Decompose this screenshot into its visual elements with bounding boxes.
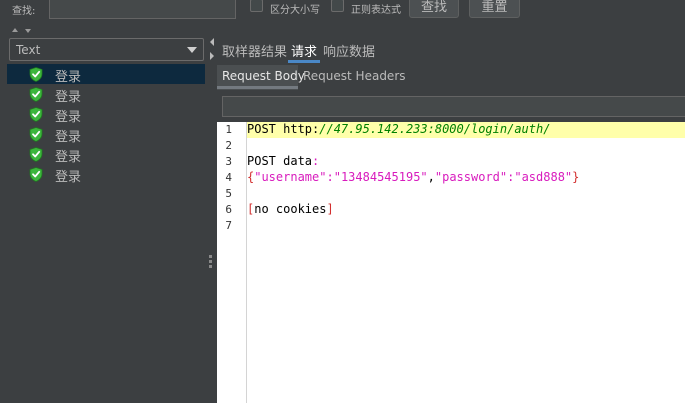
code-line-4: {"username":"13484545195","password":"as… — [247, 170, 579, 184]
line-number-gutter: 1 2 3 4 5 6 7 — [217, 122, 247, 403]
request-filter-input[interactable] — [222, 96, 685, 117]
post-data-colon: : — [312, 154, 320, 168]
collapse-up-icon[interactable] — [12, 28, 18, 32]
collapse-left-icon[interactable] — [210, 38, 214, 46]
tree-item[interactable]: 登录 — [7, 144, 205, 165]
subtab-request-headers[interactable]: Request Headers — [303, 69, 406, 83]
post-data-label: POST data — [247, 154, 313, 168]
shield-check-icon — [29, 127, 43, 142]
collapse-down-icon[interactable] — [25, 29, 31, 33]
tree-item-label: 登录 — [55, 90, 82, 105]
line-number: 6 — [225, 203, 232, 216]
json-comma: , — [427, 170, 435, 184]
active-subtab-indicator — [217, 86, 298, 89]
search-label: 查找: — [12, 6, 36, 17]
tab-response-data[interactable]: 响应数据 — [323, 41, 375, 60]
line-number: 2 — [225, 139, 232, 152]
tree-item-label: 登录 — [55, 110, 82, 125]
line-number: 4 — [225, 171, 232, 184]
cookies-close-bracket: ] — [326, 202, 334, 216]
tree-item[interactable]: 登录 — [7, 64, 205, 85]
code-line-3: POST data: — [247, 154, 319, 168]
shield-check-icon — [29, 167, 43, 182]
code-line-6: [no cookies] — [247, 202, 334, 216]
splitter-grip-icon[interactable] — [209, 255, 213, 269]
result-tree: 登录 登录 登录 登录 登录 登录 — [0, 64, 205, 185]
json-key-password: "password" — [434, 170, 508, 184]
chevron-down-icon — [187, 47, 197, 53]
line-number: 7 — [225, 219, 232, 232]
json-value-username: "13484545195" — [333, 170, 428, 184]
search-input[interactable] — [49, 0, 236, 19]
tree-item-label: 登录 — [55, 150, 82, 165]
find-button[interactable]: 查找 — [409, 0, 459, 18]
renderer-select-value: Text — [16, 43, 41, 57]
json-key-username: "username" — [254, 170, 327, 184]
line-number: 3 — [225, 155, 232, 168]
renderer-select[interactable]: Text — [9, 38, 204, 61]
json-value-password: "asd888" — [514, 170, 573, 184]
active-tab-indicator — [288, 60, 320, 63]
shield-check-icon — [29, 67, 43, 82]
case-sensitive-label: 区分大小写 — [270, 5, 320, 16]
tree-item-label: 登录 — [55, 70, 82, 85]
reset-button[interactable]: 重置 — [469, 0, 520, 18]
shield-check-icon — [29, 107, 43, 122]
tree-item[interactable]: 登录 — [7, 164, 205, 185]
tab-sampler-result[interactable]: 取样器结果 — [222, 41, 287, 60]
expand-right-icon[interactable] — [210, 52, 214, 60]
shield-check-icon — [29, 87, 43, 102]
request-method: POST http: — [247, 122, 320, 136]
shield-check-icon — [29, 147, 43, 162]
tab-request[interactable]: 请求 — [291, 41, 317, 60]
split-pane-arrows[interactable] — [210, 38, 214, 60]
tree-item-label: 登录 — [55, 130, 82, 145]
line-number: 5 — [225, 187, 232, 200]
case-sensitive-checkbox[interactable] — [250, 0, 263, 12]
code-line-1: POST http://47.95.142.233:8000/login/aut… — [247, 122, 550, 136]
tree-item-label: 登录 — [55, 170, 82, 185]
regex-checkbox[interactable] — [331, 0, 344, 12]
tree-item[interactable]: 登录 — [7, 84, 205, 105]
search-toolbar: 查找: 区分大小写 正则表达式 查找 重置 — [0, 0, 685, 24]
line-number: 1 — [225, 123, 232, 136]
json-close-brace: } — [572, 170, 580, 184]
regex-label: 正则表达式 — [351, 5, 401, 16]
tree-item[interactable]: 登录 — [7, 124, 205, 145]
request-url: //47.95.142.233:8000/login/auth/ — [319, 122, 551, 136]
cookies-text: no cookies — [254, 202, 327, 216]
request-body-editor[interactable]: 1 2 3 4 5 6 7 POST http://47.95.142.233:… — [217, 122, 685, 403]
json-colon: : — [326, 170, 334, 184]
tree-item[interactable]: 登录 — [7, 104, 205, 125]
subtab-request-body[interactable]: Request Body — [222, 69, 305, 83]
